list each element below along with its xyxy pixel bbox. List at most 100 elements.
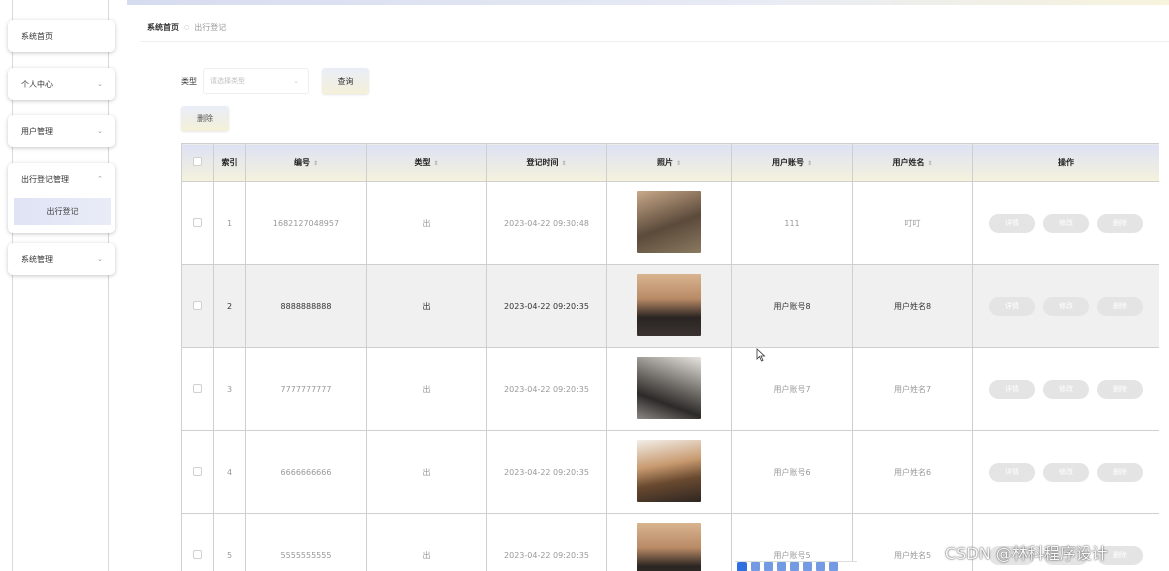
cell-name: 用户姓名6 [852, 430, 973, 514]
cell-time: 2023-04-22 09:20:35 [486, 347, 607, 431]
type-select[interactable]: 请选择类型 ⌄ [203, 68, 309, 94]
ime-tool-icon[interactable] [764, 562, 773, 571]
cell-index: 2 [213, 264, 246, 348]
table-header-row: 索引 编号 ⇕ 类型 ⇕ 登记时间 ⇕ 照片 ⇕ 用户账号 ⇕ 用户姓名 ⇕ 操作 [181, 143, 1159, 182]
query-button[interactable]: 查询 [322, 68, 369, 94]
table-row[interactable]: 4 6666666666 出 2023-04-22 09:20:35 用户账号6… [181, 430, 1159, 514]
ime-toolbar[interactable] [735, 561, 857, 571]
cell-name: 用户姓名8 [852, 264, 973, 348]
row-checkbox[interactable] [193, 549, 202, 559]
cell-actions: 详情 修改 删除 [972, 181, 1159, 265]
col-header-type[interactable]: 类型 ⇕ [366, 143, 487, 182]
ime-tool-icon[interactable] [790, 562, 799, 571]
row-delete-button[interactable]: 删除 [1097, 462, 1143, 482]
sidebar-item-label: 用户管理 [21, 126, 53, 136]
chevron-down-icon: ⌄ [97, 127, 103, 135]
table-row[interactable]: 2 8888888888 出 2023-04-22 09:20:35 用户账号8… [181, 264, 1159, 348]
cell-type: 出 [366, 347, 487, 431]
sidebar-item-system-management[interactable]: 系统管理 ⌄ [8, 243, 115, 275]
cell-index: 1 [213, 181, 246, 265]
cell-account: 用户账号7 [731, 347, 853, 431]
delete-button[interactable]: 删除 [181, 106, 229, 131]
user-photo[interactable] [637, 191, 701, 253]
detail-button[interactable]: 详情 [989, 379, 1035, 399]
cell-type: 出 [366, 264, 487, 348]
cell-type: 出 [366, 513, 487, 571]
row-select-cell[interactable] [181, 181, 214, 265]
col-header-time[interactable]: 登记时间 ⇕ [486, 143, 607, 182]
row-checkbox[interactable] [193, 217, 202, 227]
row-checkbox[interactable] [193, 466, 202, 476]
detail-button[interactable]: 详情 [989, 462, 1035, 482]
sidebar-group-travel-registration: 出行登记管理 ⌃ 出行登记 [8, 163, 115, 233]
row-delete-button[interactable]: 删除 [1097, 213, 1143, 233]
cell-photo [606, 181, 732, 265]
col-header-photo[interactable]: 照片 ⇕ [606, 143, 732, 182]
select-all-cell[interactable] [181, 143, 214, 182]
col-header-label: 编号 [293, 158, 310, 167]
sort-icon[interactable]: ⇕ [676, 160, 681, 167]
breadcrumb-separator-icon: ○ [184, 24, 190, 31]
sort-icon[interactable]: ⇕ [561, 160, 566, 167]
cell-time: 2023-04-22 09:20:35 [486, 513, 607, 571]
select-all-checkbox[interactable] [193, 157, 202, 166]
sidebar-item-user-management[interactable]: 用户管理 ⌄ [8, 115, 115, 147]
row-select-cell[interactable] [181, 430, 214, 514]
sort-icon[interactable]: ⇕ [433, 160, 438, 167]
edit-button[interactable]: 修改 [1043, 213, 1089, 233]
cell-name: 叮叮 [852, 181, 973, 265]
row-delete-button[interactable]: 删除 [1097, 379, 1143, 399]
sidebar-item-label: 系统管理 [21, 254, 53, 264]
cell-index: 3 [213, 347, 246, 431]
sidebar-item-travel-registration-management[interactable]: 出行登记管理 ⌃ [8, 163, 115, 195]
col-header-label: 类型 [414, 158, 431, 167]
sidebar-item-home[interactable]: 系统首页 [8, 20, 115, 52]
breadcrumb-home[interactable]: 系统首页 [147, 22, 179, 33]
user-photo[interactable] [637, 357, 701, 419]
sidebar: 系统首页 个人中心 ⌄ 用户管理 ⌄ 出行登记管理 ⌃ 出行登记 系统管理 ⌄ [0, 0, 125, 571]
detail-button[interactable]: 详情 [989, 296, 1035, 316]
cell-photo [606, 347, 732, 431]
watermark: CSDN @林科程序设计 [945, 544, 1108, 563]
detail-button[interactable]: 详情 [989, 213, 1035, 233]
ime-tool-icon[interactable] [777, 562, 786, 571]
breadcrumb: 系统首页 ○ 出行登记 [147, 22, 226, 33]
ime-tool-icon[interactable] [816, 562, 825, 571]
edit-button[interactable]: 修改 [1043, 462, 1089, 482]
row-select-cell[interactable] [181, 347, 214, 431]
table-row[interactable]: 1 1682127048957 出 2023-04-22 09:30:48 11… [181, 181, 1159, 265]
cell-type: 出 [366, 181, 487, 265]
col-header-label: 用户账号 [771, 158, 804, 167]
type-select-placeholder: 请选择类型 [210, 77, 245, 85]
cell-photo [606, 513, 732, 571]
col-header-number[interactable]: 编号 ⇕ [245, 143, 367, 182]
ime-logo-icon[interactable] [737, 561, 747, 571]
sort-icon[interactable]: ⇕ [927, 160, 932, 167]
row-checkbox[interactable] [193, 300, 202, 310]
sort-icon[interactable]: ⇕ [313, 160, 318, 167]
user-photo[interactable] [637, 523, 701, 571]
sidebar-item-label: 出行登记管理 [21, 174, 69, 184]
row-checkbox[interactable] [193, 383, 202, 393]
row-select-cell[interactable] [181, 264, 214, 348]
ime-tool-icon[interactable] [803, 562, 812, 571]
row-delete-button[interactable]: 删除 [1097, 296, 1143, 316]
sort-icon[interactable]: ⇕ [807, 160, 812, 167]
col-header-account[interactable]: 用户账号 ⇕ [731, 143, 853, 182]
row-select-cell[interactable] [181, 513, 214, 571]
cell-index: 5 [213, 513, 246, 571]
sidebar-item-personal-center[interactable]: 个人中心 ⌄ [8, 68, 115, 100]
sidebar-subitem-travel-registration[interactable]: 出行登记 [14, 198, 111, 225]
col-header-index: 索引 [213, 143, 246, 182]
table-row[interactable]: 3 7777777777 出 2023-04-22 09:20:35 用户账号7… [181, 347, 1159, 431]
user-photo[interactable] [637, 440, 701, 502]
cell-actions: 详情 修改 删除 [972, 430, 1159, 514]
user-photo[interactable] [637, 274, 701, 336]
ime-tool-icon[interactable] [751, 562, 760, 571]
cell-photo [606, 430, 732, 514]
edit-button[interactable]: 修改 [1043, 296, 1089, 316]
ime-tool-icon[interactable] [829, 562, 838, 571]
edit-button[interactable]: 修改 [1043, 379, 1089, 399]
top-banner [127, 0, 1169, 5]
col-header-name[interactable]: 用户姓名 ⇕ [852, 143, 973, 182]
